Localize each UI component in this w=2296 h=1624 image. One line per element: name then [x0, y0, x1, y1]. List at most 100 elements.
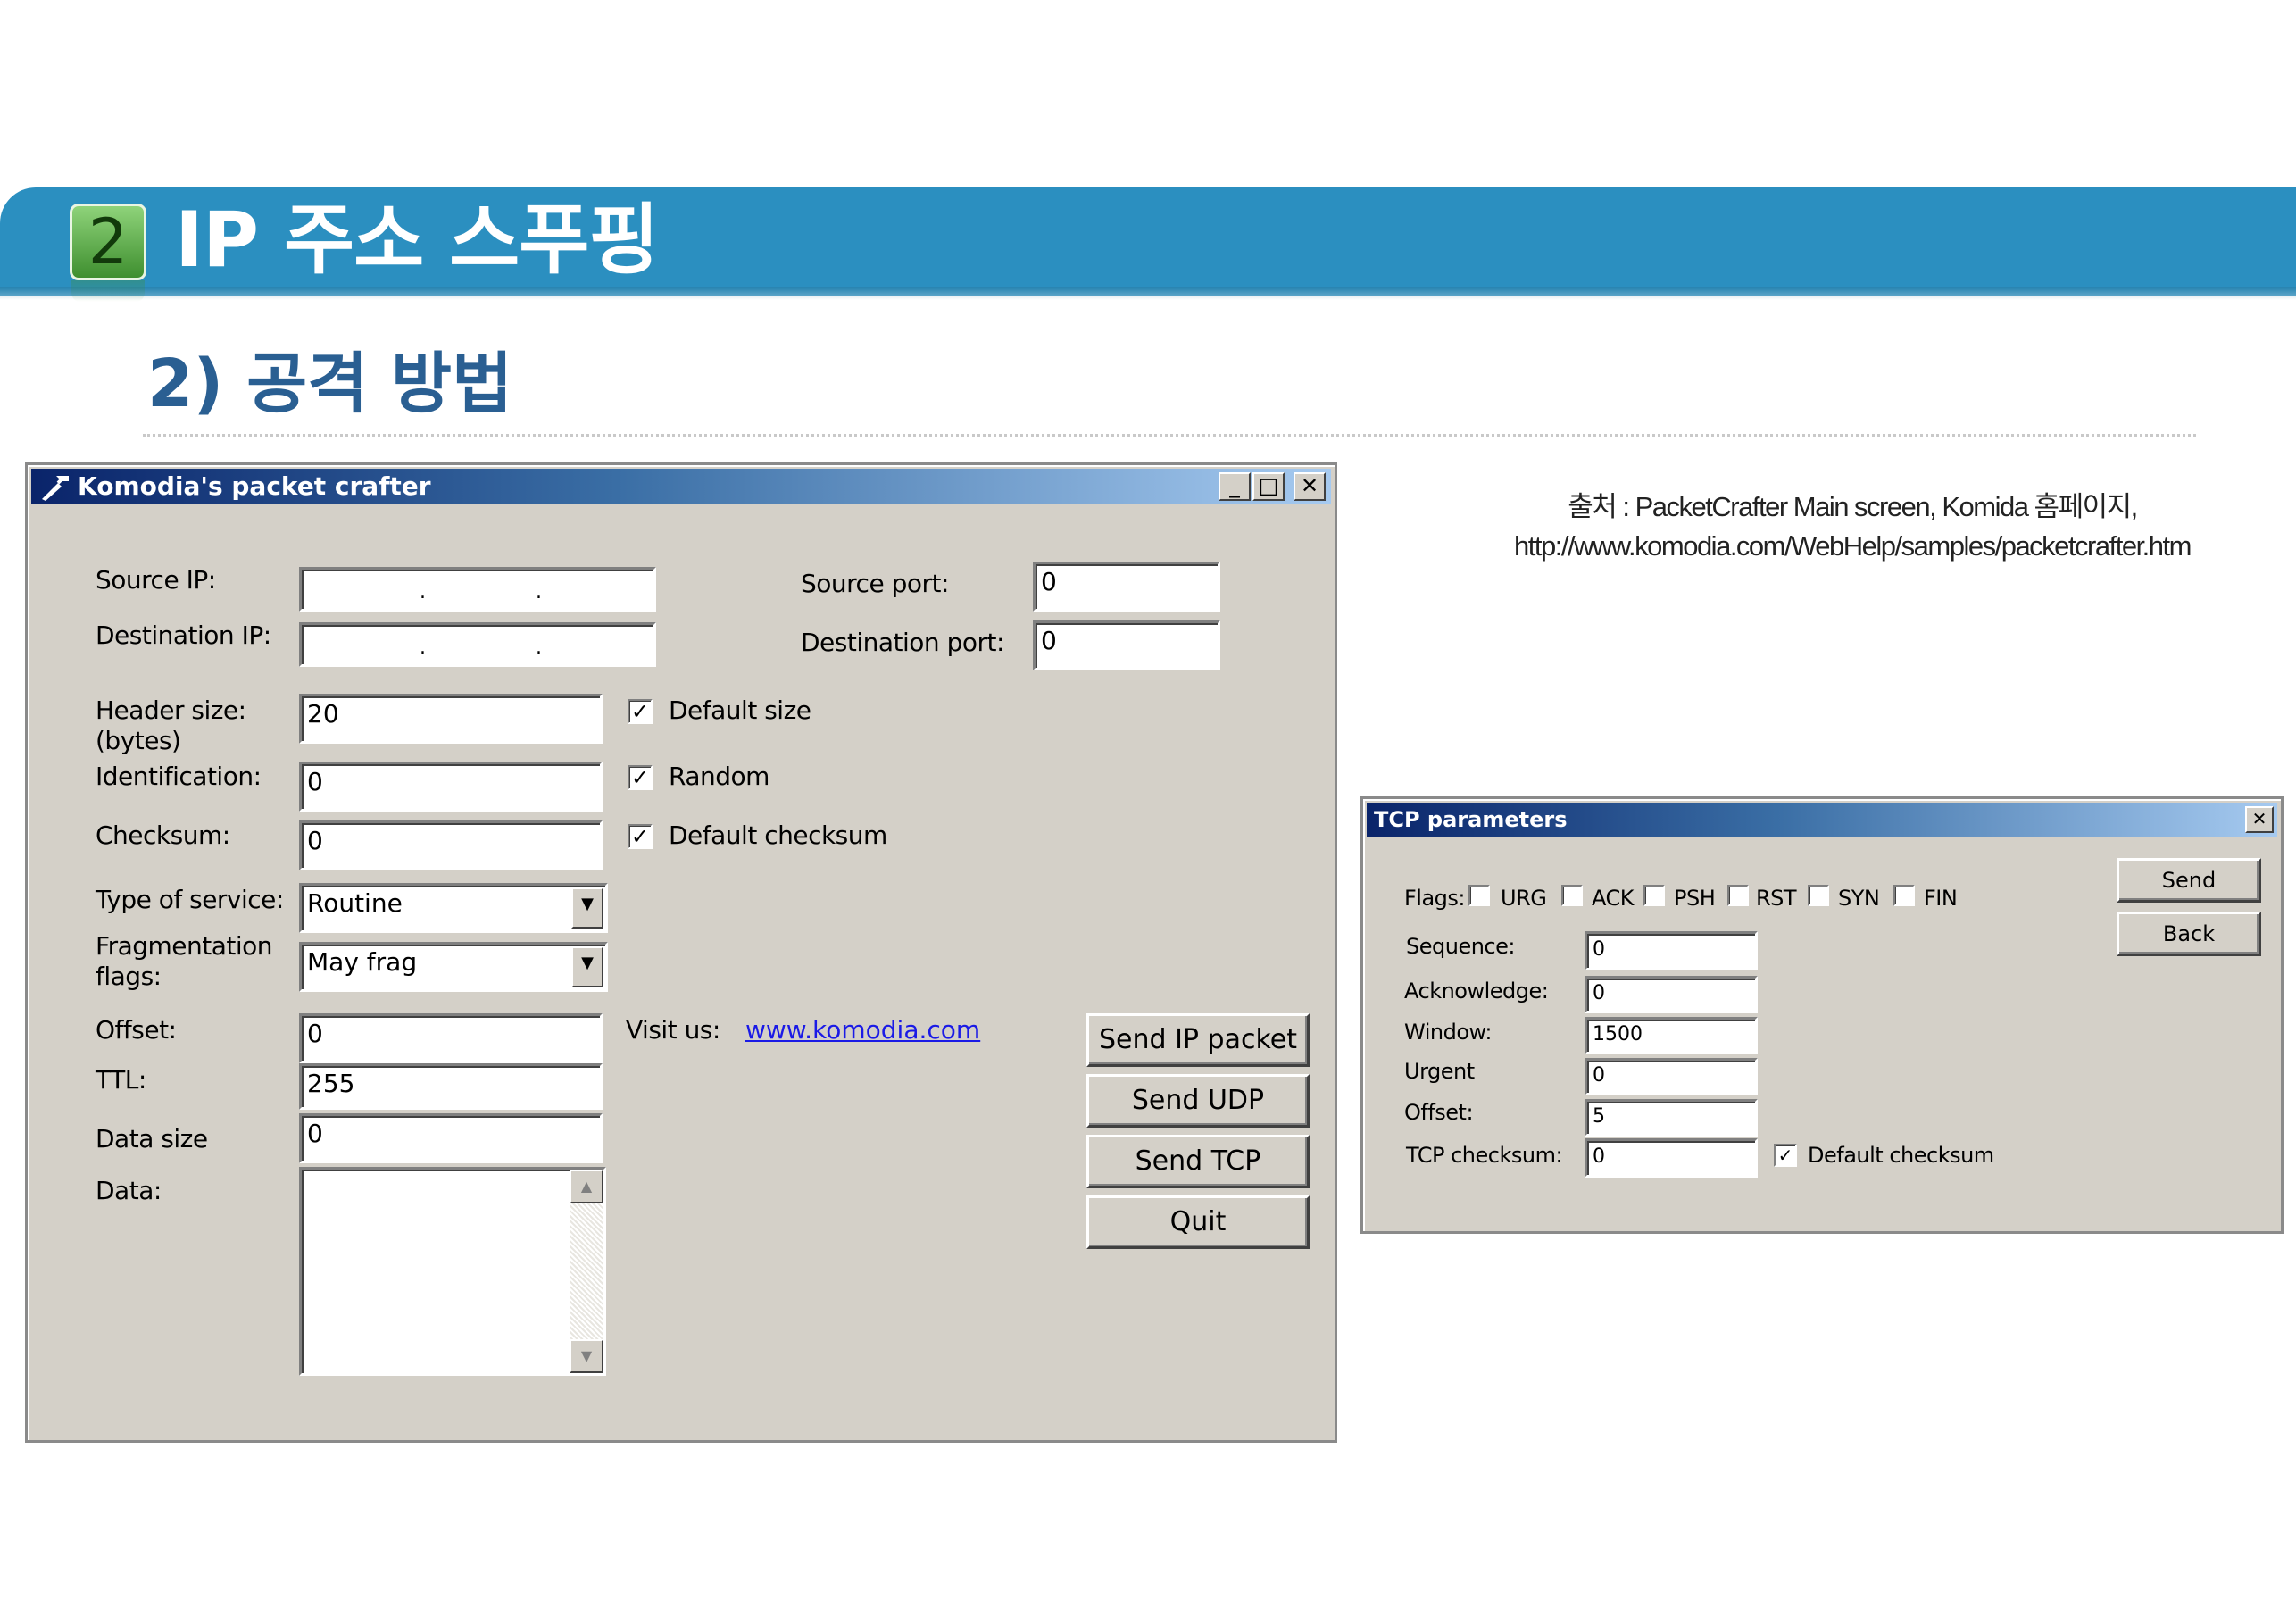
- checksum-field[interactable]: 0: [299, 820, 603, 870]
- data-scrollbar[interactable]: ▲ ▼: [570, 1170, 603, 1373]
- offset-field[interactable]: 0: [299, 1013, 603, 1063]
- urg-flag-checkbox[interactable]: [1468, 885, 1490, 906]
- tcp-window-title: TCP parameters: [1374, 807, 1568, 832]
- section-number-reflection: [71, 280, 145, 302]
- data-size-field[interactable]: 0: [299, 1113, 603, 1163]
- header-size-field[interactable]: 20: [299, 694, 603, 744]
- section-number-badge: 2: [70, 204, 146, 280]
- identification-label: Identification:: [96, 762, 262, 791]
- ip-dot: .: [536, 581, 542, 604]
- komodia-link[interactable]: www.komodia.com: [745, 1015, 980, 1045]
- destination-ip-field[interactable]: . . .: [299, 622, 656, 667]
- send-tcp-packet-button[interactable]: Send TCP packet: [1086, 1135, 1310, 1225]
- send-button[interactable]: Send: [2117, 858, 2261, 903]
- sequence-label: Sequence:: [1406, 934, 1515, 959]
- source-ip-label: Source IP:: [96, 565, 216, 595]
- maximize-button[interactable]: □: [1252, 472, 1285, 501]
- urg-flag-label: URG: [1501, 886, 1547, 911]
- sequence-field[interactable]: 0: [1585, 931, 1758, 970]
- close-button[interactable]: ✕: [1294, 472, 1326, 501]
- packet-crafter-window: Komodia's packet crafter _ □ ✕ Source IP…: [25, 462, 1337, 1443]
- source-line-1: 출처 : PacketCrafter Main screen, Komida 홈…: [1568, 491, 2138, 522]
- tcp-offset-label: Offset:: [1404, 1100, 1474, 1125]
- title-banner-shadow: [0, 287, 2296, 300]
- header-size-unit-label: (bytes): [96, 726, 181, 755]
- tcp-parameters-titlebar[interactable]: TCP parameters ✕: [1367, 803, 2277, 837]
- ip-dot: .: [536, 637, 542, 659]
- ip-dot: .: [420, 581, 426, 604]
- fragmentation-flags-label: flags:: [96, 962, 162, 991]
- identification-field[interactable]: 0: [299, 762, 603, 812]
- data-size-label: Data size: [96, 1124, 208, 1153]
- type-of-service-label: Type of service:: [96, 885, 284, 914]
- slide-subtitle: 2) 공격 방법: [147, 346, 513, 422]
- source-caption: 출처 : PacketCrafter Main screen, Komida 홈…: [1428, 487, 2276, 566]
- scroll-down-button[interactable]: ▼: [570, 1339, 603, 1373]
- quit-button[interactable]: Quit: [1086, 1195, 1310, 1249]
- syn-flag-label: SYN: [1838, 886, 1880, 911]
- app-icon: [40, 472, 72, 501]
- fragmentation-label: Fragmentation: [96, 931, 273, 961]
- ip-dot: .: [652, 630, 653, 664]
- window-field[interactable]: 1500: [1585, 1017, 1758, 1054]
- packet-crafter-titlebar[interactable]: Komodia's packet crafter _ □ ✕: [31, 469, 1331, 504]
- minimize-button[interactable]: _: [1219, 472, 1251, 501]
- slide-title: IP 주소 스푸핑: [175, 196, 660, 285]
- source-port-label: Source port:: [801, 569, 949, 598]
- destination-port-field[interactable]: 0: [1033, 620, 1220, 670]
- type-of-service-dropdown[interactable]: Routine ▼: [299, 883, 608, 933]
- fragmentation-flags-value: May frag: [307, 947, 418, 977]
- data-textarea[interactable]: ▲ ▼: [299, 1167, 606, 1376]
- ttl-field[interactable]: 255: [299, 1063, 603, 1110]
- fragmentation-flags-dropdown[interactable]: May frag ▼: [299, 942, 608, 992]
- random-checkbox[interactable]: ✓: [628, 765, 653, 790]
- visit-us-label: Visit us:: [626, 1015, 720, 1045]
- urgent-field[interactable]: 0: [1585, 1058, 1758, 1095]
- destination-ip-label: Destination IP:: [96, 620, 271, 650]
- window-title: Komodia's packet crafter: [78, 471, 431, 501]
- syn-flag-checkbox[interactable]: [1808, 885, 1829, 906]
- data-label: Data:: [96, 1176, 162, 1205]
- window-label: Window:: [1404, 1020, 1492, 1045]
- ttl-label: TTL:: [96, 1065, 146, 1095]
- psh-flag-label: PSH: [1674, 886, 1716, 911]
- fin-flag-checkbox[interactable]: [1893, 885, 1915, 906]
- tcp-checksum-label: TCP checksum:: [1406, 1143, 1563, 1168]
- acknowledge-label: Acknowledge:: [1404, 979, 1549, 1004]
- default-checksum-checkbox[interactable]: ✓: [628, 824, 653, 849]
- ip-dot: .: [652, 575, 653, 609]
- dotted-divider: [143, 434, 2196, 437]
- acknowledge-field[interactable]: 0: [1585, 976, 1758, 1013]
- tcp-parameters-window: TCP parameters ✕ Flags: URG ACK PSH RST …: [1360, 796, 2284, 1234]
- back-button[interactable]: Back: [2117, 912, 2261, 956]
- random-label: Random: [669, 762, 769, 791]
- type-of-service-value: Routine: [307, 888, 403, 918]
- source-line-2: http://www.komodia.com/WebHelp/samples/p…: [1514, 530, 2192, 562]
- chevron-down-icon[interactable]: ▼: [571, 887, 603, 929]
- rst-flag-checkbox[interactable]: [1727, 885, 1749, 906]
- offset-label: Offset:: [96, 1015, 177, 1045]
- psh-flag-checkbox[interactable]: [1643, 885, 1665, 906]
- ack-flag-checkbox[interactable]: [1561, 885, 1583, 906]
- source-port-field[interactable]: 0: [1033, 562, 1220, 612]
- default-size-checkbox[interactable]: ✓: [628, 699, 653, 724]
- header-size-label: Header size:: [96, 695, 246, 725]
- tcp-offset-field[interactable]: 5: [1585, 1099, 1758, 1137]
- fin-flag-label: FIN: [1924, 886, 1958, 911]
- source-ip-field[interactable]: . . .: [299, 567, 656, 612]
- tcp-checksum-field[interactable]: 0: [1585, 1138, 1758, 1178]
- chevron-down-icon[interactable]: ▼: [571, 946, 603, 987]
- send-ip-packet-button[interactable]: Send IP packet: [1086, 1013, 1310, 1067]
- close-button[interactable]: ✕: [2245, 806, 2274, 833]
- default-size-label: Default size: [669, 695, 811, 725]
- destination-port-label: Destination port:: [801, 628, 1004, 657]
- send-udp-packet-button[interactable]: Send UDP packet: [1086, 1074, 1310, 1164]
- scroll-up-button[interactable]: ▲: [570, 1170, 603, 1203]
- tcp-default-checksum-label: Default checksum: [1808, 1143, 1994, 1168]
- flags-label: Flags:: [1404, 886, 1466, 911]
- rst-flag-label: RST: [1756, 886, 1797, 911]
- checksum-label: Checksum:: [96, 820, 230, 850]
- ip-dot: .: [420, 637, 426, 659]
- ack-flag-label: ACK: [1592, 886, 1635, 911]
- tcp-default-checksum-checkbox[interactable]: ✓: [1774, 1144, 1797, 1167]
